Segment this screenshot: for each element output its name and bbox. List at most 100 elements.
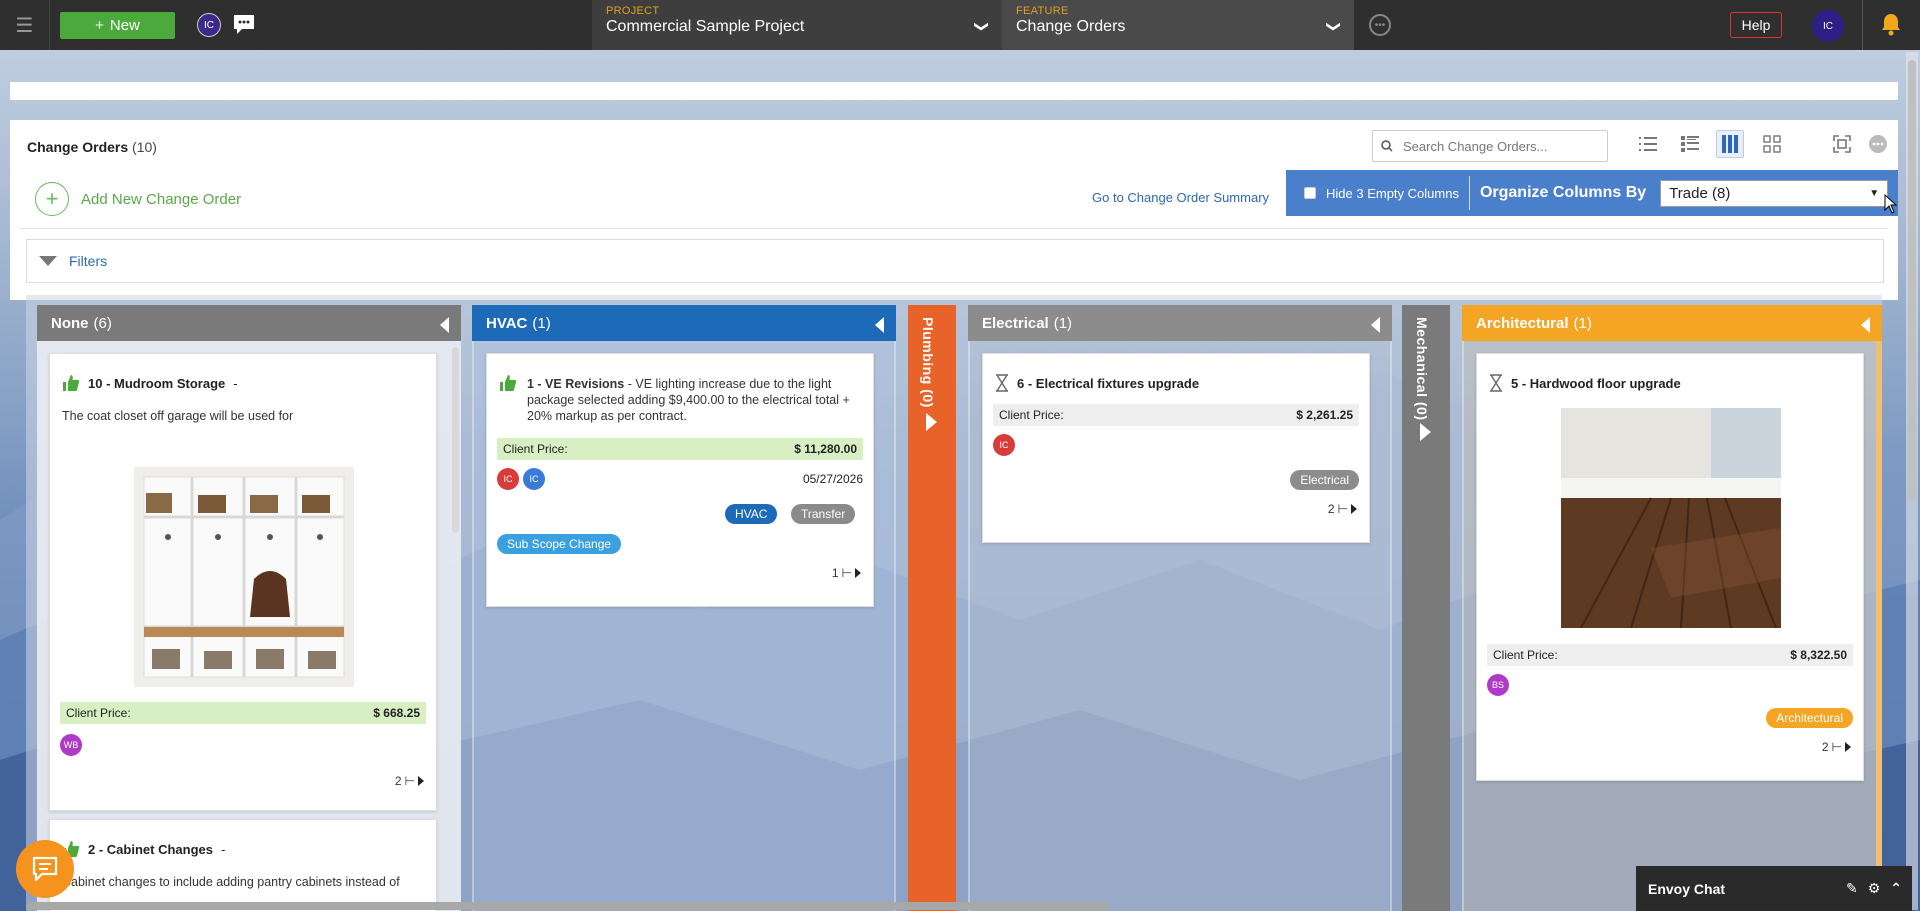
chat-icon[interactable] [232, 13, 256, 35]
expand-arrow-icon [855, 568, 861, 578]
sub-items-toggle[interactable]: 2 ⊢ [1822, 740, 1851, 754]
column-scrollbar[interactable] [452, 347, 459, 533]
assignee-avatar[interactable]: BS [1487, 674, 1509, 696]
column-title: None [51, 314, 89, 332]
sub-count: 2 [1821, 740, 1829, 754]
card-title-suffix: - [627, 377, 632, 391]
hardwood-floor-photo [1561, 408, 1781, 628]
more-icon[interactable] [1864, 130, 1892, 158]
price-label: Client Price: [999, 408, 1064, 422]
new-button[interactable]: + New [60, 12, 175, 39]
card-title: 2 - Cabinet Changes - [62, 840, 225, 858]
hourglass-icon [1490, 374, 1502, 392]
chevron-down-icon: ▼ [1869, 187, 1880, 199]
chat-bubble-button[interactable] [16, 840, 74, 898]
due-date: 05/27/2026 [802, 472, 863, 486]
organize-label: Organize Columns By [1479, 184, 1647, 201]
collapse-arrow-icon[interactable] [1371, 317, 1380, 333]
sub-items-toggle[interactable]: 2 ⊢ [1328, 502, 1357, 516]
column-plumbing-collapsed[interactable]: Plumbing (0) [908, 305, 956, 911]
chevron-down-icon: ❯ [1326, 20, 1343, 33]
chevron-up-icon[interactable]: ⌃ [1890, 880, 1902, 897]
column-header[interactable]: Electrical (1) [968, 305, 1392, 341]
card-title-suffix: - [220, 841, 226, 857]
column-title: Architectural [1476, 314, 1569, 332]
expand-arrow-icon [418, 776, 424, 786]
card-number-title: 5 - Hardwood floor upgrade [1511, 375, 1681, 391]
column-header[interactable]: Architectural (1) [1462, 305, 1882, 341]
assignee-avatar[interactable]: IC [523, 468, 545, 490]
fullscreen-icon[interactable] [1828, 130, 1856, 158]
plus-circle-icon: + [35, 182, 69, 216]
assignee-avatar[interactable]: IC [993, 434, 1015, 456]
trade-tag: HVAC [725, 504, 778, 524]
search-icon [1381, 140, 1393, 152]
assignee-avatar[interactable]: WB [60, 734, 82, 756]
column-header[interactable]: None (6) [37, 305, 461, 341]
detail-list-view-icon[interactable] [1676, 130, 1704, 158]
envoy-chat-bar[interactable]: Envoy Chat ✎ ⚙ ⌃ [1636, 866, 1912, 911]
price-value: $ 11,280.00 [794, 442, 857, 456]
grid-view-icon[interactable] [1758, 130, 1786, 158]
filters-toggle[interactable]: Filters [26, 239, 1884, 283]
assignee-avatar[interactable]: IC [497, 468, 519, 490]
sub-items-toggle[interactable]: 2 ⊢ [395, 774, 424, 788]
change-order-card[interactable]: 6 - Electrical fixtures upgrade Client P… [982, 353, 1370, 543]
change-order-card[interactable]: 1 - VE Revisions - VE lighting increase … [486, 353, 874, 607]
account-avatar[interactable]: IC [1812, 10, 1844, 42]
page-title: Change Orders (10) [27, 139, 157, 155]
collapse-arrow-icon[interactable] [875, 317, 884, 333]
column-count: (6) [93, 314, 112, 332]
expand-arrow-icon [1351, 504, 1357, 514]
more-options-icon[interactable]: ••• [1369, 14, 1391, 36]
change-order-card[interactable]: 5 - Hardwood floor upgrade Client Price:… [1476, 353, 1864, 781]
page-scrollbar[interactable] [1908, 60, 1916, 500]
add-new-change-order-button[interactable]: + Add New Change Order [35, 182, 241, 216]
thumbs-up-icon [500, 375, 517, 391]
card-number-title: 1 - VE Revisions [527, 377, 625, 391]
bell-icon[interactable] [1880, 12, 1902, 36]
board-view-icon[interactable] [1716, 130, 1744, 158]
search-input[interactable]: Search Change Orders... [1372, 130, 1608, 162]
client-price-row: Client Price: $ 2,261.25 [993, 404, 1359, 426]
project-selector[interactable]: PROJECT Commercial Sample Project ❯ [592, 0, 1002, 50]
user-avatar[interactable]: IC [197, 13, 221, 37]
price-label: Client Price: [66, 706, 131, 720]
gear-icon[interactable]: ⚙ [1868, 880, 1881, 897]
collapse-arrow-icon[interactable] [440, 317, 449, 333]
column-title: Plumbing (0) [920, 317, 936, 408]
column-mechanical-collapsed[interactable]: Mechanical (0) [1402, 305, 1450, 911]
add-new-label: Add New Change Order [81, 190, 242, 208]
scope-tag: Sub Scope Change [497, 534, 622, 554]
column-header[interactable]: HVAC (1) [472, 305, 896, 341]
hide-empty-label: Hide 3 Empty Columns [1326, 185, 1459, 201]
price-label: Client Price: [1493, 648, 1558, 662]
board-horizontal-scrollbar[interactable] [26, 902, 1110, 910]
client-price-row: Client Price: $ 8,322.50 [1487, 644, 1853, 666]
change-order-card[interactable]: 10 - Mudroom Storage - The coat closet o… [49, 353, 437, 811]
kanban-board: None (6) 10 - Mudroom Storage - The coat… [26, 295, 1882, 911]
change-order-card[interactable]: 2 - Cabinet Changes - Cabinet changes to… [49, 819, 437, 911]
chat-bubble-icon [32, 856, 58, 882]
card-title-suffix: - [233, 375, 238, 391]
hide-empty-checkbox[interactable] [1304, 187, 1316, 199]
expand-arrow-icon[interactable] [926, 413, 937, 431]
organize-select[interactable]: Trade (8) ▼ [1660, 179, 1889, 207]
column-electrical: Electrical (1) 6 - Electrical fixtures u… [968, 305, 1392, 911]
caret-down-icon [39, 256, 57, 266]
feature-selector[interactable]: FEATURE Change Orders ❯ [1002, 0, 1354, 50]
help-button[interactable]: Help [1730, 12, 1782, 38]
column-title: Electrical [982, 314, 1049, 332]
hamburger-menu-icon[interactable]: ☰ [0, 0, 50, 50]
list-view-icon[interactable] [1634, 130, 1662, 158]
change-order-summary-link[interactable]: Go to Change Order Summary [1092, 190, 1269, 205]
collapse-arrow-icon[interactable] [1861, 317, 1870, 333]
header-strip [10, 82, 1898, 100]
expand-arrow-icon [1845, 742, 1851, 752]
compose-icon[interactable]: ✎ [1846, 880, 1858, 897]
expand-arrow-icon[interactable] [1420, 423, 1431, 441]
hourglass-icon [996, 374, 1008, 392]
column-hvac: HVAC (1) 1 - VE Revisions - VE lighting … [472, 305, 896, 911]
sub-items-toggle[interactable]: 1 ⊢ [832, 566, 861, 580]
column-body: 5 - Hardwood floor upgrade Client Price:… [1462, 341, 1882, 911]
